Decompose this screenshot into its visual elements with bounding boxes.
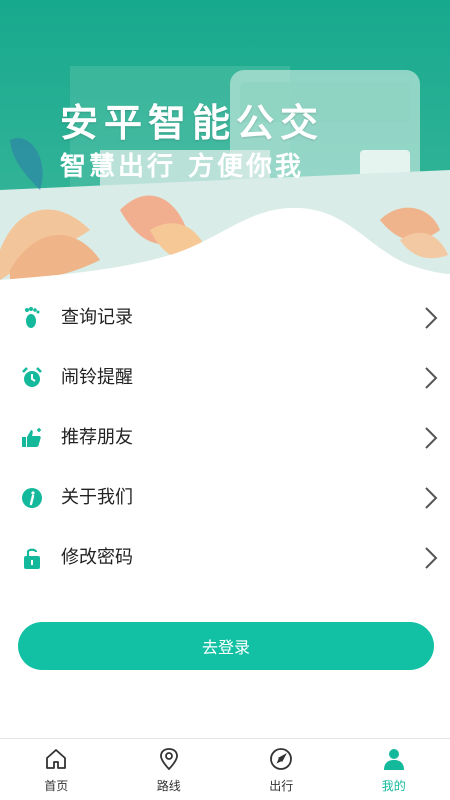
- login-button[interactable]: 去登录: [18, 622, 434, 670]
- info-icon: [22, 488, 42, 508]
- menu-item-label: 推荐朋友: [61, 427, 133, 448]
- profile-page: 安平智能公交 智慧出行 方便你我 查询记录 闹铃提醒 推荐朋友 关于我们 修改密…: [0, 0, 450, 800]
- footprint-icon: [25, 307, 40, 328]
- menu-item-about[interactable]: 关于我们: [0, 468, 450, 528]
- chevron-right-icon: [425, 367, 438, 389]
- menu-item-label: 修改密码: [61, 547, 133, 568]
- menu-item-recommend[interactable]: 推荐朋友: [0, 408, 450, 468]
- tab-routes[interactable]: 路线: [113, 739, 226, 800]
- chevron-right-icon: [425, 307, 438, 329]
- alarm-clock-icon: [22, 367, 42, 387]
- tab-travel[interactable]: 出行: [225, 739, 338, 800]
- navigation-icon: [270, 748, 293, 770]
- chevron-right-icon: [425, 487, 438, 509]
- lock-icon: [24, 548, 40, 569]
- home-icon: [46, 749, 67, 769]
- menu-item-alarm[interactable]: 闹铃提醒: [0, 348, 450, 408]
- location-pin-icon: [159, 748, 178, 771]
- header-banner: 安平智能公交 智慧出行 方便你我: [0, 0, 450, 290]
- thumbs-up-icon: [22, 428, 41, 447]
- menu-item-label: 查询记录: [61, 307, 133, 328]
- tab-mine[interactable]: 我的: [338, 739, 450, 800]
- chevron-right-icon: [425, 547, 438, 569]
- menu-item-label: 关于我们: [61, 487, 133, 508]
- menu-item-change-password[interactable]: 修改密码: [0, 528, 450, 588]
- menu-item-label: 闹铃提醒: [61, 367, 133, 388]
- tab-label: 出行: [269, 779, 294, 793]
- banner-subtitle: 智慧出行 方便你我: [60, 152, 305, 182]
- tab-label: 路线: [156, 779, 181, 793]
- user-icon: [383, 749, 404, 770]
- bottom-tab-bar: 首页 路线 出行 我的: [0, 738, 450, 800]
- tab-home[interactable]: 首页: [0, 739, 113, 800]
- tab-label: 我的: [381, 779, 406, 793]
- chevron-right-icon: [425, 427, 438, 449]
- menu-list: 查询记录 闹铃提醒 推荐朋友 关于我们 修改密码: [0, 288, 450, 588]
- banner-title: 安平智能公交: [60, 101, 325, 145]
- menu-item-history[interactable]: 查询记录: [0, 288, 450, 348]
- tab-label: 首页: [44, 779, 69, 793]
